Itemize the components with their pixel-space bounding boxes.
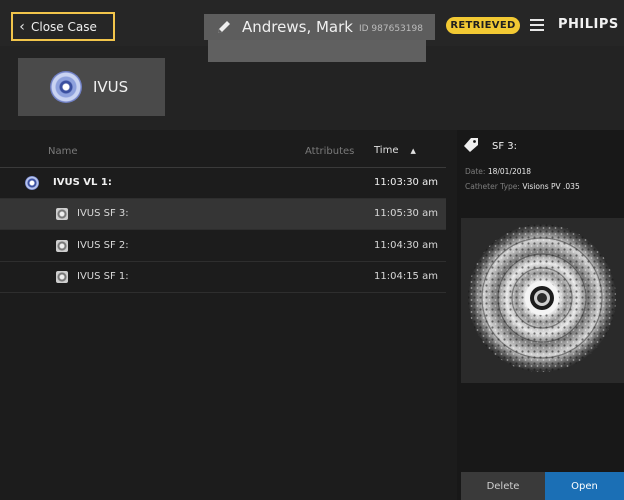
frame-thumbnail-icon (56, 240, 68, 252)
frame-time: 11:04:15 am (374, 271, 438, 282)
column-time-label: Time (374, 145, 399, 156)
ivus-run-icon (25, 176, 39, 190)
run-name: IVUS VL 1: (53, 177, 112, 188)
catheter-info: Catheter Type: Visions PV .035 (465, 182, 580, 191)
run-time: 11:03:30 am (374, 177, 438, 188)
list-item-frame[interactable]: IVUS SF 2: 11:04:30 am (0, 231, 446, 262)
frame-time: 11:04:30 am (374, 240, 438, 251)
brand-logo: PHILIPS (558, 17, 619, 32)
menu-icon[interactable] (530, 19, 544, 31)
date-value: 18/01/2018 (487, 167, 532, 176)
close-case-button[interactable]: ‹ Close Case (11, 12, 115, 41)
column-time-header[interactable]: Time ▲ (374, 145, 416, 156)
column-name-header[interactable]: Name (48, 146, 78, 157)
chevron-left-icon: ‹ (19, 18, 25, 35)
patient-id: ID 987653198 (358, 23, 423, 34)
run-list-panel: Name Attributes Time ▲ IVUS VL 1: 11:03:3… (0, 130, 457, 500)
frame-name: IVUS SF 2: (77, 240, 129, 251)
catheter-value: Visions PV .035 (522, 182, 580, 191)
close-case-label: Close Case (31, 19, 97, 34)
list-header: Name Attributes Time ▲ (0, 130, 446, 168)
open-button[interactable]: Open (545, 472, 624, 500)
catheter-label: Catheter Type: (465, 182, 520, 191)
status-badge: RETRIEVED (446, 17, 520, 34)
delete-button[interactable]: Delete (461, 472, 545, 500)
details-panel: SF 3: Date: 18/01/2018 Catheter Type: Vi… (457, 130, 624, 500)
frame-thumbnail-icon (56, 208, 68, 220)
pencil-icon (216, 19, 236, 35)
frame-name: IVUS SF 1: (77, 271, 129, 282)
column-attributes-header[interactable]: Attributes (305, 146, 354, 157)
ivus-frame-image[interactable] (461, 218, 624, 383)
ivus-mode-tile[interactable]: IVUS (18, 58, 165, 116)
ivus-icon (50, 71, 82, 103)
frame-name: IVUS SF 3: (77, 208, 129, 219)
date-info: Date: 18/01/2018 (465, 167, 531, 176)
details-title: SF 3: (492, 141, 518, 152)
frame-thumbnail-icon (56, 271, 68, 283)
patient-info-bar (208, 40, 426, 62)
frame-time: 11:05:30 am (374, 208, 438, 219)
tag-icon (463, 137, 479, 153)
list-item-frame[interactable]: IVUS SF 3: 11:05:30 am (0, 199, 446, 230)
mode-label: IVUS (93, 78, 129, 96)
list-item-frame[interactable]: IVUS SF 1: 11:04:15 am (0, 262, 446, 293)
date-label: Date: (465, 167, 486, 176)
sort-ascending-icon: ▲ (410, 147, 416, 155)
patient-name: Andrews, Mark (242, 18, 353, 36)
patient-selector[interactable]: Andrews, Mark ID 987653198 (204, 14, 435, 40)
list-item-run[interactable]: IVUS VL 1: 11:03:30 am (0, 168, 446, 199)
